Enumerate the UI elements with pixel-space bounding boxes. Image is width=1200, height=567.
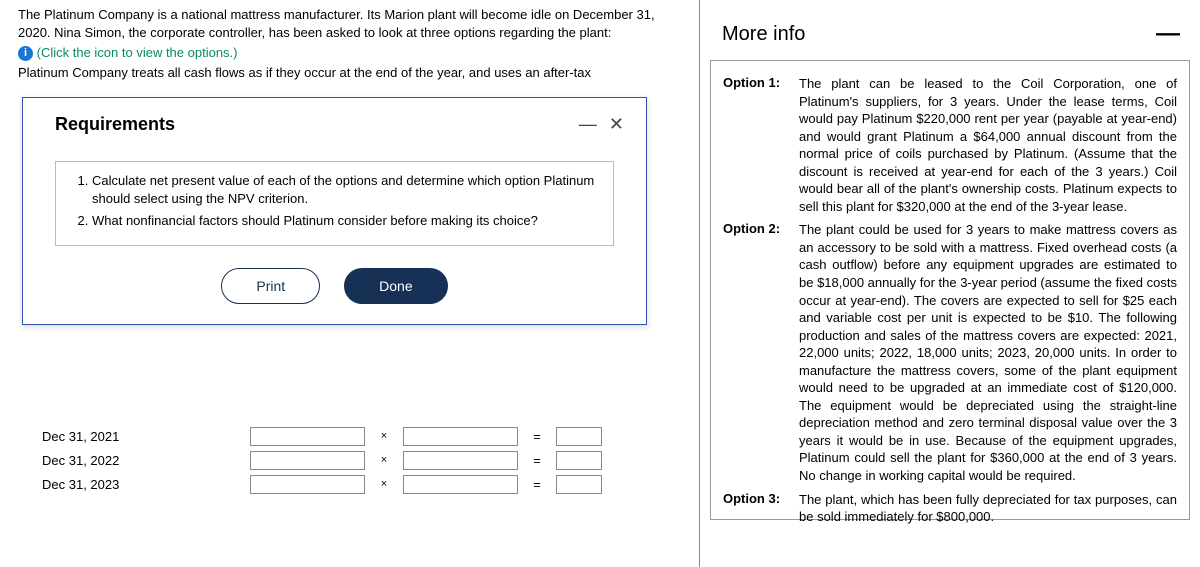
option-text: The plant can be leased to the Coil Corp… bbox=[799, 75, 1177, 215]
option-label: Option 3: bbox=[723, 491, 799, 526]
calculation-table: Dec 31, 2021 × = Dec 31, 2022 × = Dec 31… bbox=[42, 424, 682, 496]
option-row-1: Option 1: The plant can be leased to the… bbox=[723, 75, 1177, 215]
multiply-symbol: × bbox=[375, 430, 393, 442]
amount-input[interactable] bbox=[403, 427, 518, 446]
question-panel: The Platinum Company is a national mattr… bbox=[0, 0, 700, 567]
options-box: Option 1: The plant can be leased to the… bbox=[710, 60, 1190, 520]
factor-input[interactable] bbox=[250, 427, 365, 446]
row-date: Dec 31, 2021 bbox=[42, 429, 250, 444]
more-info-title: More info bbox=[722, 23, 805, 46]
multiply-symbol: × bbox=[375, 454, 393, 466]
amount-input[interactable] bbox=[403, 451, 518, 470]
result-input[interactable] bbox=[556, 451, 602, 470]
more-info-panel: More info — Option 1: The plant can be l… bbox=[700, 0, 1200, 567]
info-link-row: i (Click the icon to view the options.) bbox=[0, 44, 699, 62]
equals-symbol: = bbox=[528, 429, 546, 444]
option-row-2: Option 2: The plant could be used for 3 … bbox=[723, 221, 1177, 484]
option-text: The plant, which has been fully deprecia… bbox=[799, 491, 1177, 526]
close-icon[interactable]: ✕ bbox=[609, 114, 624, 135]
table-row: Dec 31, 2022 × = bbox=[42, 448, 682, 472]
print-button[interactable]: Print bbox=[221, 268, 320, 304]
table-row: Dec 31, 2021 × = bbox=[42, 424, 682, 448]
info-icon[interactable]: i bbox=[18, 46, 33, 61]
done-button[interactable]: Done bbox=[344, 268, 447, 304]
option-label: Option 1: bbox=[723, 75, 799, 215]
row-date: Dec 31, 2022 bbox=[42, 453, 250, 468]
row-date: Dec 31, 2023 bbox=[42, 477, 250, 492]
option-label: Option 2: bbox=[723, 221, 799, 484]
option-row-3: Option 3: The plant, which has been full… bbox=[723, 491, 1177, 526]
result-input[interactable] bbox=[556, 427, 602, 446]
factor-input[interactable] bbox=[250, 475, 365, 494]
minimize-icon[interactable]: — bbox=[579, 114, 597, 135]
question-intro: The Platinum Company is a national mattr… bbox=[0, 6, 699, 42]
requirements-buttons: Print Done bbox=[23, 268, 646, 324]
requirement-item-1: Calculate net present value of each of t… bbox=[92, 172, 599, 208]
requirements-title: Requirements bbox=[55, 114, 175, 135]
factor-input[interactable] bbox=[250, 451, 365, 470]
requirements-body: Calculate net present value of each of t… bbox=[55, 161, 614, 246]
view-options-link[interactable]: (Click the icon to view the options.) bbox=[37, 45, 238, 60]
option-text: The plant could be used for 3 years to m… bbox=[799, 221, 1177, 484]
equals-symbol: = bbox=[528, 477, 546, 492]
more-info-header: More info — bbox=[700, 0, 1200, 60]
minimize-icon[interactable]: — bbox=[1156, 20, 1180, 48]
requirements-header: Requirements — ✕ bbox=[23, 98, 646, 143]
amount-input[interactable] bbox=[403, 475, 518, 494]
multiply-symbol: × bbox=[375, 478, 393, 490]
treat-cash-flow-line: Platinum Company treats all cash flows a… bbox=[0, 65, 699, 80]
requirement-item-2: What nonfinancial factors should Platinu… bbox=[92, 212, 599, 230]
requirements-modal: Requirements — ✕ Calculate net present v… bbox=[22, 97, 647, 325]
table-row: Dec 31, 2023 × = bbox=[42, 472, 682, 496]
equals-symbol: = bbox=[528, 453, 546, 468]
result-input[interactable] bbox=[556, 475, 602, 494]
